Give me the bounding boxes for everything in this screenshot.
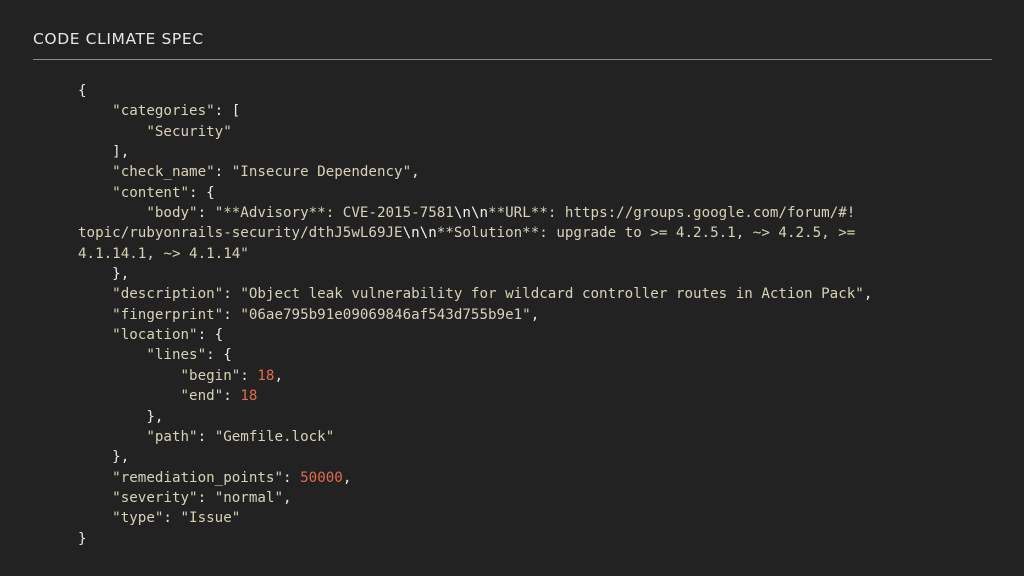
code-punctuation-token: : (283, 469, 301, 486)
code-punctuation-token: , (411, 164, 420, 181)
code-line: 4.1.14.1, ~> 4.1.14" (78, 244, 978, 264)
code-string-token: "path" (146, 428, 198, 445)
code-punctuation-token (78, 347, 146, 363)
code-line: "severity": "normal", (78, 488, 978, 508)
code-punctuation-token: : { (189, 184, 215, 201)
code-line: "fingerprint": "06ae795b91e09069846af543… (78, 305, 978, 325)
code-line: "path": "Gemfile.lock" (78, 427, 978, 447)
code-line: "check_name": "Insecure Dependency", (78, 162, 978, 182)
code-punctuation-token (78, 307, 112, 323)
code-string-token: "type" (112, 510, 164, 527)
code-line: "lines": { (78, 345, 978, 365)
code-punctuation-token: : { (206, 347, 232, 364)
code-string-token: "end" (180, 388, 224, 405)
code-escape-token: \n\n (402, 225, 437, 242)
slide-title: CODE CLIMATE SPEC (33, 30, 204, 48)
code-string-token: **Solution**: upgrade to >= 4.2.5.1, ~> … (436, 225, 856, 242)
code-string-token: "**Advisory**: CVE-2015-7581 (214, 205, 454, 222)
code-line: "end": 18 (78, 386, 978, 406)
code-punctuation-token: , (274, 367, 284, 384)
code-punctuation-token: , (342, 469, 352, 486)
code-punctuation-token: }, (78, 266, 130, 283)
code-string-token: "body" (146, 205, 198, 222)
code-string-token: "Issue" (180, 510, 241, 527)
code-punctuation-token: : (197, 205, 215, 222)
code-punctuation-token: : (163, 510, 181, 527)
code-number-token: 18 (240, 388, 258, 405)
code-punctuation-token: }, (78, 449, 130, 466)
code-punctuation-token (78, 185, 112, 201)
code-string-token: "fingerprint" (112, 306, 224, 323)
code-punctuation-token: ], (78, 144, 130, 161)
code-punctuation-token: } (78, 530, 87, 547)
code-string-token: "categories" (112, 103, 215, 120)
code-line: "location": { (78, 325, 978, 345)
code-punctuation-token: }, (78, 408, 164, 425)
code-string-token: "location" (112, 327, 198, 344)
code-punctuation-token (78, 490, 112, 506)
code-line: }, (78, 447, 978, 467)
code-punctuation-token: , (283, 489, 292, 506)
code-punctuation-token (78, 124, 146, 140)
code-line: } (78, 529, 978, 549)
code-line: ], (78, 142, 978, 162)
code-punctuation-token (78, 205, 146, 221)
code-string-token: "description" (112, 286, 224, 303)
code-line: "Security" (78, 122, 978, 142)
code-string-token: "Security" (146, 123, 232, 140)
code-line: }, (78, 407, 978, 427)
code-line: "content": { (78, 183, 978, 203)
code-line: topic/rubyonrails-security/dthJ5wL69JE\n… (78, 223, 978, 243)
code-string-token: "normal" (214, 489, 284, 506)
code-string-token: "Insecure Dependency" (231, 164, 412, 181)
code-line: "description": "Object leak vulnerabilit… (78, 284, 978, 304)
code-punctuation-token: { (78, 83, 87, 99)
code-punctuation-token (78, 368, 181, 384)
code-line: { (78, 81, 978, 101)
code-punctuation-token (78, 429, 146, 445)
code-string-token: "lines" (146, 347, 207, 364)
code-string-token: "begin" (180, 367, 241, 384)
code-punctuation-token: : (197, 489, 215, 506)
code-punctuation-token (78, 327, 112, 343)
code-punctuation-token: : (223, 286, 241, 303)
code-punctuation-token (78, 470, 112, 486)
code-punctuation-token: : (223, 306, 241, 323)
code-string-token: topic/rubyonrails-security/dthJ5wL69JE (78, 225, 403, 242)
code-punctuation-token (78, 388, 181, 404)
code-line: "begin": 18, (78, 366, 978, 386)
title-divider (33, 59, 992, 60)
code-string-token: 4.1.14.1, ~> 4.1.14" (78, 245, 249, 262)
code-punctuation-token (78, 510, 112, 526)
code-punctuation-token (78, 164, 112, 180)
code-escape-token: \n\n (453, 205, 489, 222)
code-punctuation-token: : (223, 388, 241, 405)
code-line: "categories": [ (78, 101, 978, 121)
code-line: "remediation_points": 50000, (78, 468, 978, 488)
code-punctuation-token: : (240, 367, 258, 384)
code-punctuation-token: : (214, 164, 232, 181)
json-code-block: { "categories": [ "Security" ], "check_n… (78, 81, 978, 549)
code-punctuation-token: , (863, 286, 873, 303)
code-number-token: 50000 (300, 469, 343, 486)
code-string-token: "Gemfile.lock" (214, 428, 335, 445)
code-punctuation-token (78, 103, 112, 119)
code-punctuation-token: , (530, 306, 540, 323)
code-string-token: "check_name" (112, 164, 215, 181)
code-string-token: "content" (112, 184, 190, 201)
code-string-token: "remediation_points" (112, 469, 284, 486)
code-string-token: "severity" (112, 489, 198, 506)
code-string-token: "Object leak vulnerability for wildcard … (240, 286, 864, 303)
code-punctuation-token (78, 286, 112, 302)
code-string-token: **URL**: https://groups.google.com/forum… (488, 205, 856, 222)
code-punctuation-token: : [ (214, 103, 241, 120)
code-punctuation-token: : { (197, 327, 224, 344)
code-number-token: 18 (257, 367, 275, 384)
code-line: "type": "Issue" (78, 508, 978, 528)
code-string-token: "06ae795b91e09069846af543d755b9e1" (240, 306, 531, 323)
code-line: "body": "**Advisory**: CVE-2015-7581\n\n… (78, 203, 978, 223)
code-line: }, (78, 264, 978, 284)
code-punctuation-token: : (197, 428, 215, 445)
